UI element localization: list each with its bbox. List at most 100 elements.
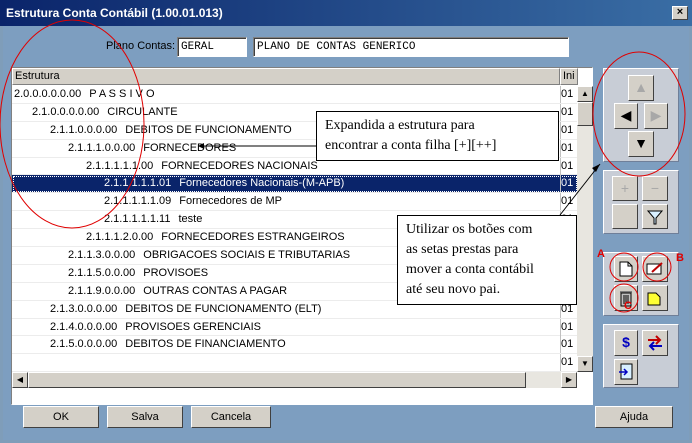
expand-panel: + − xyxy=(603,170,679,234)
callout-move-line3: mover a conta contábil xyxy=(406,262,534,277)
account-name: FORNECEDORES ESTRANGEIROS xyxy=(161,231,345,244)
move-up-icon[interactable]: ▲ xyxy=(628,75,654,101)
column-header-ini[interactable]: Ini xyxy=(560,68,578,85)
move-down-icon[interactable]: ▼ xyxy=(628,131,654,157)
move-arrows-panel: ▲ ◀ ▶ ▼ xyxy=(603,68,679,162)
folder-account-icon[interactable] xyxy=(642,285,668,311)
account-code: 2.1.1.1.1.1.09 xyxy=(104,195,172,208)
account-code: 2.0.0.0.0.0.00 xyxy=(14,88,82,100)
new-account-icon[interactable] xyxy=(614,256,638,282)
transfer-arrows-icon[interactable] xyxy=(642,330,668,356)
expand-plus-icon[interactable]: + xyxy=(612,176,638,201)
ini-cell: 01 xyxy=(560,318,578,336)
account-code: 2.1.3.0.0.0.00 xyxy=(50,302,118,315)
vertical-scrollbar[interactable]: ▲ ▼ xyxy=(577,86,593,372)
grid-header: Estrutura Ini xyxy=(12,68,592,85)
plano-description-field[interactable]: PLANO DE CONTAS GENERICO xyxy=(253,37,569,57)
estrutura-cell: 2.0.0.0.0.0.00 P A S S I V O xyxy=(12,86,559,103)
ini-cell: 01 xyxy=(560,139,578,157)
table-row[interactable]: 2.1.5.0.0.0.00 DEBITOS DE FINANCIAMENTO 01 xyxy=(12,336,578,355)
main-window: Estrutura Conta Contábil (1.00.01.013) ×… xyxy=(0,0,692,443)
account-code: 2.1.1.1.1.1.00 xyxy=(86,159,154,172)
edit-account-icon[interactable] xyxy=(642,256,668,282)
callout-expand-line1: Expandida a estrutura para xyxy=(325,118,475,133)
table-row[interactable]: 01 xyxy=(12,354,578,372)
scroll-left-icon[interactable]: ◀ xyxy=(12,372,28,388)
move-left-icon[interactable]: ◀ xyxy=(614,103,638,129)
account-code: 2.1.5.0.0.0.00 xyxy=(50,338,118,351)
dialog-body: Plano Contas: GERAL PLANO DE CONTAS GENE… xyxy=(3,26,689,440)
estrutura-cell xyxy=(12,354,559,371)
account-code: 2.1.0.0.0.0.00 xyxy=(32,105,100,118)
callout-move-line2: as setas prestas para xyxy=(406,242,519,257)
account-name: DEBITOS DE FINANCIAMENTO xyxy=(125,338,286,351)
scroll-right-icon[interactable]: ▶ xyxy=(561,372,577,388)
expand-all-icon[interactable] xyxy=(612,204,638,229)
account-name: PROVISOES GERENCIAIS xyxy=(125,320,261,333)
account-name: Fornecedores Nacionais-(M-APB) xyxy=(179,177,345,190)
account-code: 2.1.1.5.0.0.00 xyxy=(68,266,136,279)
account-name: FORNECEDORES xyxy=(143,141,237,154)
extra-panel: $ xyxy=(603,324,679,388)
account-code: 2.1.1.1.2.0.00 xyxy=(86,231,154,244)
estrutura-cell: 2.1.1.1.1.1.01 Fornecedores Nacionais-(M-… xyxy=(12,175,559,192)
salva-button[interactable]: Salva xyxy=(107,406,183,428)
scroll-up-icon[interactable]: ▲ xyxy=(577,86,593,102)
table-row[interactable]: 2.1.4.0.0.0.00 PROVISOES GERENCIAIS 01 xyxy=(12,318,578,337)
currency-dollar-icon[interactable]: $ xyxy=(614,330,638,356)
account-code: 2.1.4.0.0.0.00 xyxy=(50,320,118,333)
account-name: FORNECEDORES NACIONAIS xyxy=(161,159,318,172)
table-row[interactable]: 2.1.1.1.1.1.09 Fornecedores de MP 01 xyxy=(12,193,578,212)
callout-move-line4: até seu novo pai. xyxy=(406,282,501,297)
horizontal-scrollbar[interactable]: ◀ ▶ xyxy=(12,372,577,388)
ini-cell: 01 xyxy=(560,103,578,121)
import-document-icon[interactable] xyxy=(614,359,638,385)
account-code: 2.1.1.1.1.1.01 xyxy=(104,177,172,190)
estrutura-cell: 2.1.4.0.0.0.00 PROVISOES GERENCIAIS xyxy=(12,319,559,336)
account-name: CIRCULANTE xyxy=(107,105,178,118)
account-code: 2.1.1.0.0.0.00 xyxy=(50,123,118,136)
account-name: teste xyxy=(178,213,203,226)
annotation-letter-c: C xyxy=(624,300,632,312)
table-row[interactable]: 2.1.1.1.1.1.01 Fornecedores Nacionais-(M-… xyxy=(12,175,578,194)
account-name: DEBITOS DE FUNCIONAMENTO (ELT) xyxy=(125,302,322,315)
account-name: Fornecedores de MP xyxy=(179,195,282,208)
collapse-minus-icon[interactable]: − xyxy=(642,176,668,201)
estrutura-cell: 2.1.5.0.0.0.00 DEBITOS DE FINANCIAMENTO xyxy=(12,336,559,353)
title-bar: Estrutura Conta Contábil (1.00.01.013) × xyxy=(0,0,692,26)
column-header-estrutura[interactable]: Estrutura xyxy=(12,68,560,85)
account-name: OBRIGACOES SOCIAIS E TRIBUTARIAS xyxy=(143,249,351,262)
ok-button[interactable]: OK xyxy=(23,406,99,428)
cancela-button[interactable]: Cancela xyxy=(191,406,271,428)
account-code: 2.1.1.3.0.0.00 xyxy=(68,249,136,262)
ini-cell: 01 xyxy=(560,121,578,139)
account-code: 2.1.1.9.0.0.00 xyxy=(68,284,136,297)
ini-cell: 01 xyxy=(560,193,578,211)
scroll-down-icon[interactable]: ▼ xyxy=(577,356,593,372)
account-name: OUTRAS CONTAS A PAGAR xyxy=(143,284,288,297)
account-code: 2.1.1.1.1.1.11 xyxy=(104,213,171,226)
estrutura-cell: 2.1.1.1.1.1.09 Fornecedores de MP xyxy=(12,193,559,210)
ini-cell: 01 xyxy=(560,86,578,103)
account-name: DEBITOS DE FUNCIONAMENTO xyxy=(125,123,292,136)
window-title: Estrutura Conta Contábil (1.00.01.013) xyxy=(6,6,223,20)
callout-move-note: Utilizar os botões com as setas prestas … xyxy=(397,215,577,305)
ini-cell: 01 xyxy=(560,354,578,372)
ini-cell: 01 xyxy=(560,175,578,193)
callout-move-line1: Utilizar os botões com xyxy=(406,222,533,237)
plano-code-field[interactable]: GERAL xyxy=(177,37,247,57)
ini-cell: 01 xyxy=(560,157,578,175)
edit-panel xyxy=(603,252,679,316)
ajuda-button[interactable]: Ajuda xyxy=(595,406,673,428)
horizontal-scroll-thumb[interactable] xyxy=(28,372,526,388)
vertical-scroll-thumb[interactable] xyxy=(577,102,593,126)
filter-funnel-icon[interactable] xyxy=(642,204,668,229)
close-button[interactable]: × xyxy=(672,6,688,20)
annotation-letter-a: A xyxy=(597,248,605,260)
callout-expand-note: Expandida a estrutura para encontrar a c… xyxy=(316,111,559,161)
callout-expand-line2: encontrar a conta filha [+][++] xyxy=(325,138,497,153)
plano-contas-label: Plano Contas: xyxy=(106,40,176,52)
account-name: P A S S I V O xyxy=(89,88,155,100)
move-right-icon[interactable]: ▶ xyxy=(644,103,668,129)
table-row[interactable]: 2.0.0.0.0.0.00 P A S S I V O 01 xyxy=(12,86,578,104)
